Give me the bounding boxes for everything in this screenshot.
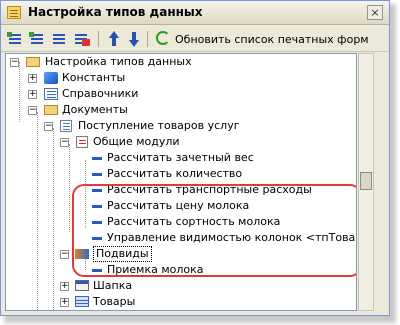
- move-up-icon[interactable]: [109, 31, 119, 38]
- vertical-scrollbar[interactable]: [358, 53, 374, 311]
- document-icon: [60, 120, 72, 132]
- toolbar-separator: [147, 31, 148, 47]
- move-down-icon[interactable]: [129, 40, 139, 47]
- tree-item-label: Общие модули: [93, 135, 180, 148]
- add-subitem-icon[interactable]: [29, 31, 47, 47]
- collapse-icon[interactable]: −: [60, 138, 69, 147]
- move-up-icon-stem: [112, 38, 116, 46]
- tree-item-label: Товары: [93, 295, 136, 308]
- dialog-window: Настройка типов данных × Обновить список…: [0, 0, 390, 316]
- folder-icon: [26, 57, 40, 67]
- tree-item-label: Рассчитать количество: [107, 167, 243, 180]
- app-icon: [7, 6, 21, 19]
- toolbar: Обновить список печатных форм: [1, 26, 389, 52]
- table-icon: [75, 296, 89, 307]
- references-icon: [44, 88, 58, 100]
- close-button[interactable]: ×: [367, 5, 383, 20]
- tree-line: [53, 128, 54, 310]
- collapse-icon[interactable]: −: [10, 58, 19, 67]
- scrollbar-thumb[interactable]: [360, 172, 372, 190]
- procedure-icon: [92, 157, 102, 160]
- tree-item-label: Настройка типов данных: [45, 55, 192, 68]
- tree-line: [37, 112, 38, 310]
- delete-item-icon[interactable]: [73, 31, 91, 47]
- documents-icon: [44, 105, 58, 115]
- header-icon: [75, 280, 89, 291]
- tree-item-label: Рассчитать зачетный вес: [107, 151, 254, 164]
- tree-item-label: Документы: [62, 103, 128, 116]
- tree-item-label: Шапка: [93, 279, 133, 292]
- tree-item-label: Константы: [62, 71, 126, 84]
- tree-line: [69, 144, 70, 232]
- title-bar[interactable]: Настройка типов данных ×: [1, 1, 389, 25]
- window-title: Настройка типов данных: [28, 5, 203, 19]
- collapse-icon[interactable]: −: [60, 250, 69, 259]
- add-item-icon[interactable]: [7, 31, 25, 47]
- refresh-icon[interactable]: [156, 31, 170, 45]
- expand-icon[interactable]: +: [60, 282, 69, 291]
- collapse-icon[interactable]: −: [28, 106, 37, 115]
- toolbar-separator: [98, 31, 99, 47]
- highlight-annotation: [72, 184, 356, 277]
- collapse-icon[interactable]: −: [44, 122, 53, 131]
- constants-icon: [44, 72, 58, 84]
- refresh-print-forms-button[interactable]: Обновить список печатных форм: [175, 33, 369, 46]
- module-icon: [76, 136, 88, 148]
- expand-icon[interactable]: +: [28, 74, 37, 83]
- data-types-tree[interactable]: − Настройка типов данных + Константы + С…: [5, 53, 357, 311]
- procedure-icon: [92, 173, 102, 176]
- tree-item-label: Поступление товаров услуг: [78, 119, 240, 132]
- tree-item-label: Справочники: [62, 87, 139, 100]
- move-down-icon-stem: [132, 32, 136, 40]
- copy-item-icon[interactable]: [51, 31, 69, 47]
- expand-icon[interactable]: +: [60, 298, 69, 307]
- expand-icon[interactable]: +: [28, 90, 37, 99]
- tree-line: [19, 62, 20, 122]
